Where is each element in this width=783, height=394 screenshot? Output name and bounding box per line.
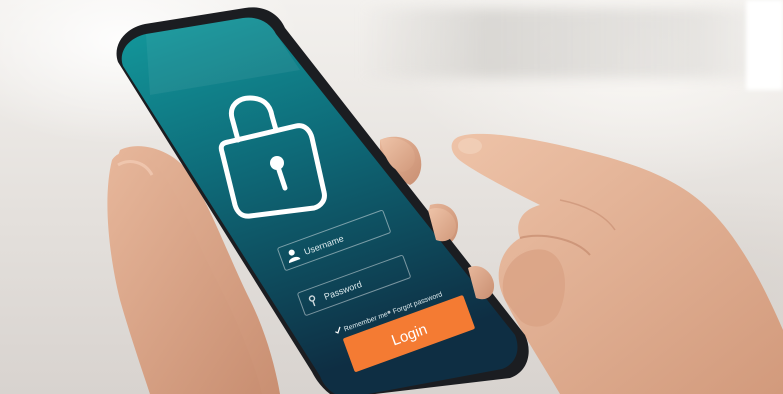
scene-illustration: Username Password Remember me Forgot pas… [107,7,783,394]
photo-scene: Username Password Remember me Forgot pas… [0,0,783,394]
